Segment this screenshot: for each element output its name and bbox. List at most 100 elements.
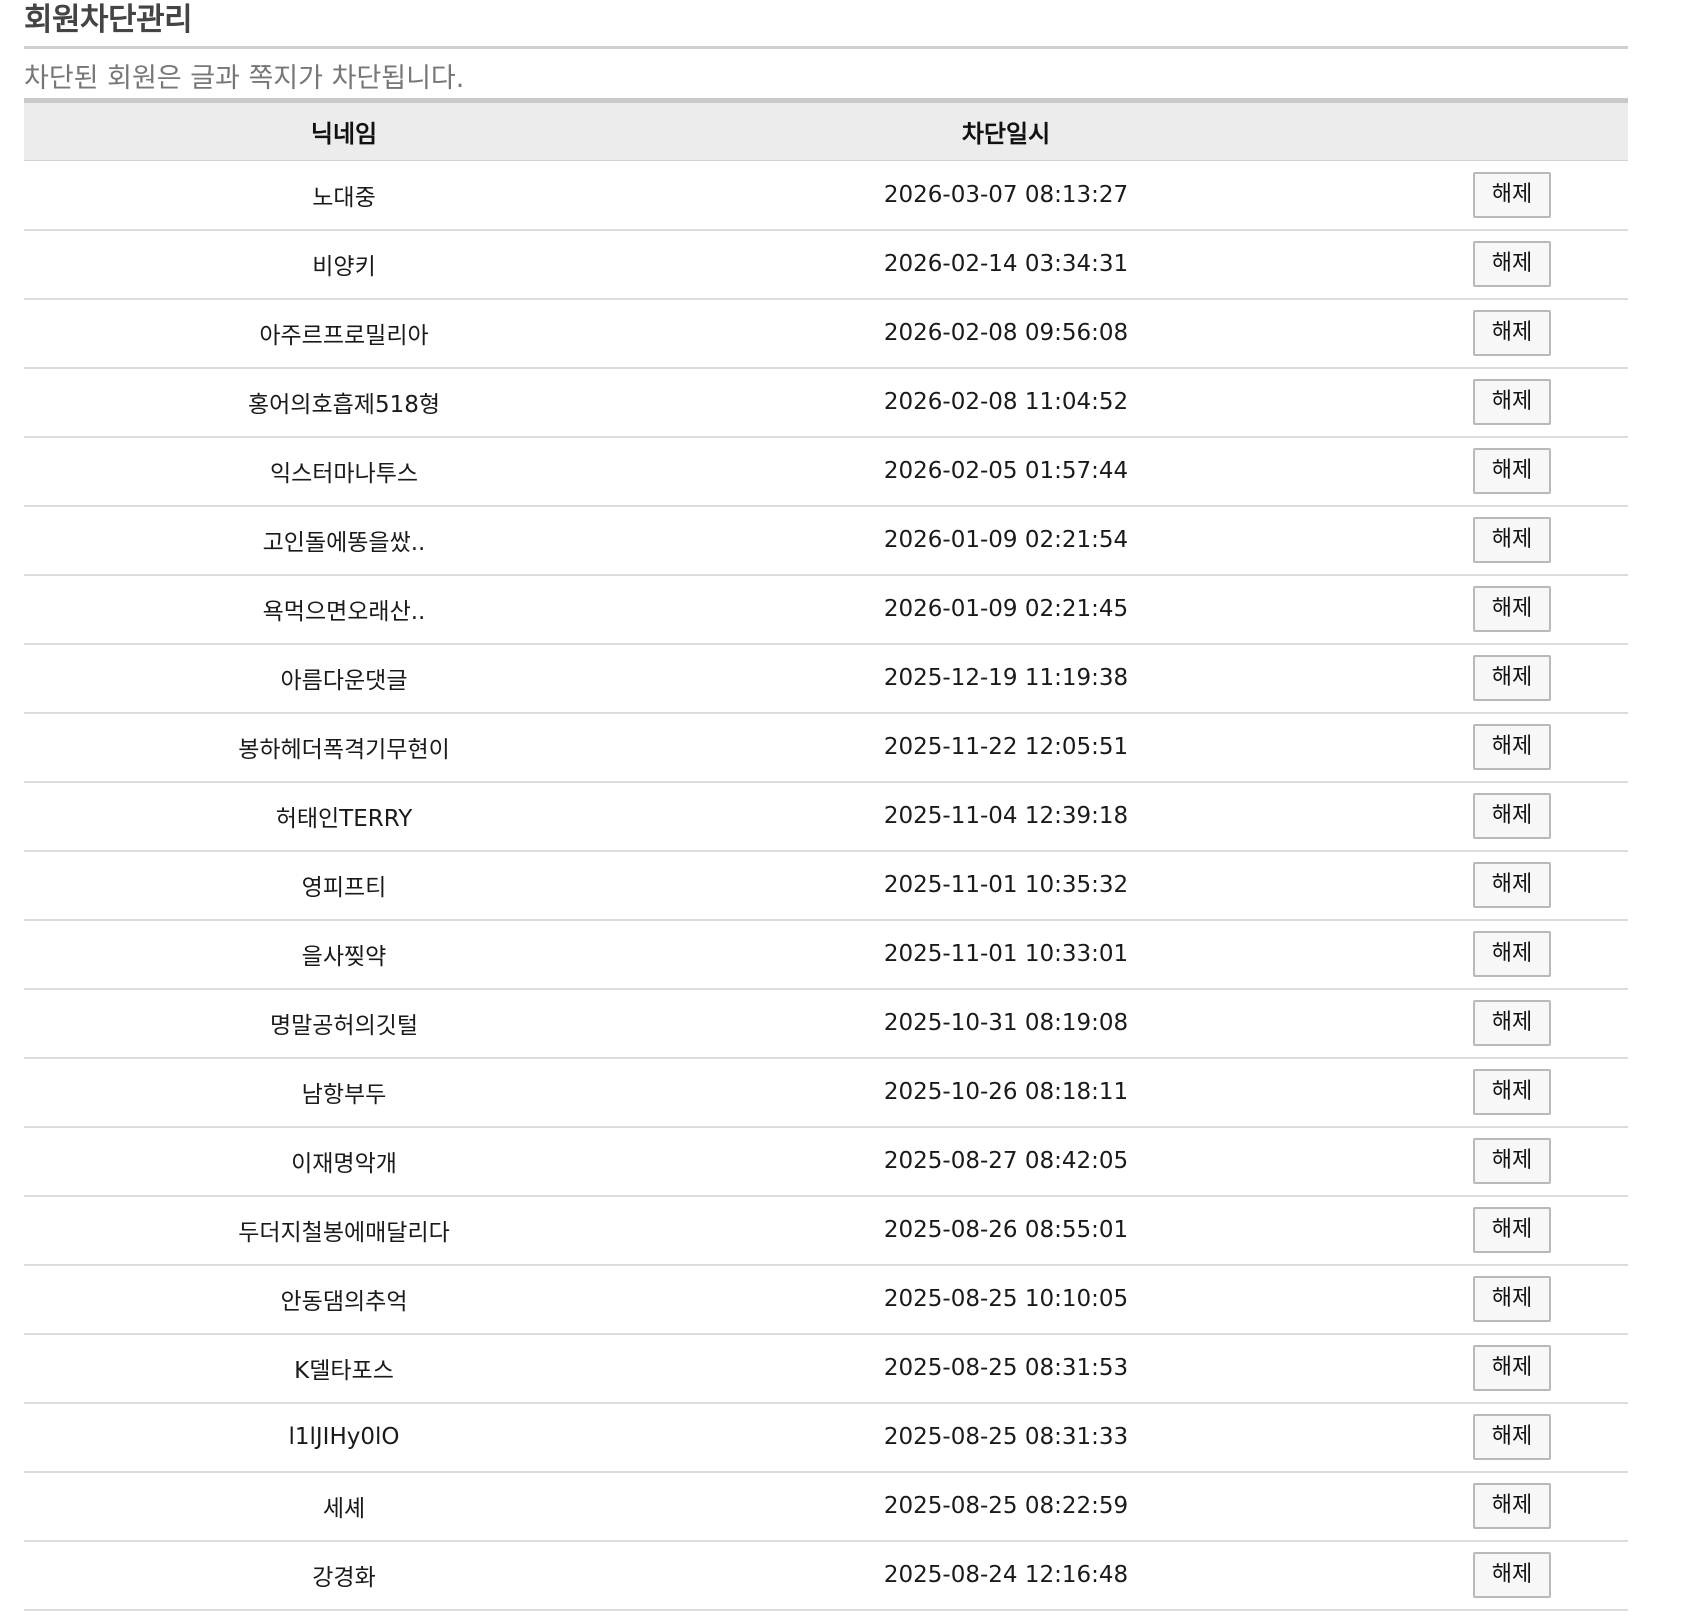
nickname-cell: 을사찢약 — [24, 919, 664, 990]
nickname-cell: 익스터마나투스 — [24, 436, 664, 507]
table-row: 강경화 2025-08-24 12:16:48 해제 — [24, 1540, 1628, 1611]
action-cell: 해제 — [1348, 781, 1628, 852]
action-cell: 해제 — [1348, 1057, 1628, 1128]
nickname-cell: 두더지철봉에매달리다 — [24, 1195, 664, 1266]
table-row: 욕먹으면오래산.. 2026-01-09 02:21:45 해제 — [24, 574, 1628, 645]
column-header-action — [1348, 100, 1628, 161]
unblock-button[interactable]: 해제 — [1473, 655, 1551, 701]
blocked-members-table: 닉네임 차단일시 노대중 2026-03-07 08:13:27 해제 비양키 2026… — [24, 98, 1628, 1611]
table-row: 아름다운댓글 2025-12-19 11:19:38 해제 — [24, 643, 1628, 714]
unblock-button[interactable]: 해제 — [1473, 1069, 1551, 1115]
table-row: 아주르프로밀리아 2026-02-08 09:56:08 해제 — [24, 298, 1628, 369]
nickname-cell: 봉하헤더폭격기무현이 — [24, 712, 664, 783]
unblock-button[interactable]: 해제 — [1473, 1138, 1551, 1184]
unblock-button[interactable]: 해제 — [1473, 862, 1551, 908]
action-cell: 해제 — [1348, 229, 1628, 300]
nickname-cell: 남항부두 — [24, 1057, 664, 1128]
action-cell: 해제 — [1348, 850, 1628, 921]
block-notice: 차단된 회원은 글과 쪽지가 차단됩니다. — [24, 63, 465, 94]
table-row: 두더지철봉에매달리다 2025-08-26 08:55:01 해제 — [24, 1195, 1628, 1266]
table-row: 익스터마나투스 2026-02-05 01:57:44 해제 — [24, 436, 1628, 507]
blocked-at-cell: 2025-11-01 10:35:32 — [664, 850, 1348, 921]
blocked-at-cell: 2025-10-26 08:18:11 — [664, 1057, 1348, 1128]
nickname-cell: 아주르프로밀리아 — [24, 298, 664, 369]
blocked-at-cell: 2025-08-25 08:22:59 — [664, 1471, 1348, 1542]
unblock-button[interactable]: 해제 — [1473, 586, 1551, 632]
nickname-cell: 강경화 — [24, 1540, 664, 1611]
unblock-button[interactable]: 해제 — [1473, 1414, 1551, 1460]
blocked-at-cell: 2025-08-26 08:55:01 — [664, 1195, 1348, 1266]
unblock-button[interactable]: 해제 — [1473, 793, 1551, 839]
unblock-button[interactable]: 해제 — [1473, 241, 1551, 287]
blocked-at-cell: 2026-02-05 01:57:44 — [664, 436, 1348, 507]
blocked-at-cell: 2026-01-09 02:21:45 — [664, 574, 1348, 645]
unblock-button[interactable]: 해제 — [1473, 379, 1551, 425]
unblock-button[interactable]: 해제 — [1473, 931, 1551, 977]
action-cell: 해제 — [1348, 919, 1628, 990]
table-row: 세셰 2025-08-25 08:22:59 해제 — [24, 1471, 1628, 1542]
nickname-cell: 고인돌에똥을쌌.. — [24, 505, 664, 576]
action-cell: 해제 — [1348, 436, 1628, 507]
action-cell: 해제 — [1348, 643, 1628, 714]
nickname-cell: 명말공허의깃털 — [24, 988, 664, 1059]
blocked-at-cell: 2025-08-25 10:10:05 — [664, 1264, 1348, 1335]
table-row: 영피프티 2025-11-01 10:35:32 해제 — [24, 850, 1628, 921]
table-row: 허태인TERRY 2025-11-04 12:39:18 해제 — [24, 781, 1628, 852]
unblock-button[interactable]: 해제 — [1473, 1552, 1551, 1598]
nickname-cell: 안동댐의추억 — [24, 1264, 664, 1335]
blocked-at-cell: 2025-11-22 12:05:51 — [664, 712, 1348, 783]
page-title: 회원차단관리 — [24, 2, 193, 38]
action-cell: 해제 — [1348, 1540, 1628, 1611]
blocked-at-cell: 2025-08-25 08:31:33 — [664, 1402, 1348, 1473]
action-cell: 해제 — [1348, 1471, 1628, 1542]
nickname-cell: 홍어의호흡제518형 — [24, 367, 664, 438]
table-row: 을사찢약 2025-11-01 10:33:01 해제 — [24, 919, 1628, 990]
action-cell: 해제 — [1348, 574, 1628, 645]
nickname-cell: 욕먹으면오래산.. — [24, 574, 664, 645]
action-cell: 해제 — [1348, 160, 1628, 231]
blocked-at-cell: 2025-08-25 08:31:53 — [664, 1333, 1348, 1404]
table-row: l1lJIHy0lO 2025-08-25 08:31:33 해제 — [24, 1402, 1628, 1473]
unblock-button[interactable]: 해제 — [1473, 724, 1551, 770]
action-cell: 해제 — [1348, 1195, 1628, 1266]
blocked-at-cell: 2026-02-08 11:04:52 — [664, 367, 1348, 438]
table-row: 비양키 2026-02-14 03:34:31 해제 — [24, 229, 1628, 300]
unblock-button[interactable]: 해제 — [1473, 1000, 1551, 1046]
block-management-page: 회원차단관리 차단된 회원은 글과 쪽지가 차단됩니다. 닉네임 차단일시 노대… — [24, 0, 1628, 1611]
nickname-cell: 노대중 — [24, 160, 664, 231]
action-cell: 해제 — [1348, 988, 1628, 1059]
nickname-cell: 아름다운댓글 — [24, 643, 664, 714]
unblock-button[interactable]: 해제 — [1473, 517, 1551, 563]
blocked-at-cell: 2026-01-09 02:21:54 — [664, 505, 1348, 576]
table-row: 노대중 2026-03-07 08:13:27 해제 — [24, 160, 1628, 231]
action-cell: 해제 — [1348, 1333, 1628, 1404]
unblock-button[interactable]: 해제 — [1473, 1345, 1551, 1391]
blocked-at-cell: 2026-02-14 03:34:31 — [664, 229, 1348, 300]
nickname-cell: 영피프티 — [24, 850, 664, 921]
blocked-at-cell: 2026-02-08 09:56:08 — [664, 298, 1348, 369]
action-cell: 해제 — [1348, 298, 1628, 369]
nickname-cell: 이재명악개 — [24, 1126, 664, 1197]
table-row: 홍어의호흡제518형 2026-02-08 11:04:52 해제 — [24, 367, 1628, 438]
unblock-button[interactable]: 해제 — [1473, 171, 1551, 218]
action-cell: 해제 — [1348, 1402, 1628, 1473]
table-row: 봉하헤더폭격기무현이 2025-11-22 12:05:51 해제 — [24, 712, 1628, 783]
action-cell: 해제 — [1348, 367, 1628, 438]
table-row: 고인돌에똥을쌌.. 2026-01-09 02:21:54 해제 — [24, 505, 1628, 576]
action-cell: 해제 — [1348, 712, 1628, 783]
unblock-button[interactable]: 해제 — [1473, 310, 1551, 356]
table-header-row: 닉네임 차단일시 — [24, 100, 1628, 161]
nickname-cell: 세셰 — [24, 1471, 664, 1542]
unblock-button[interactable]: 해제 — [1473, 1207, 1551, 1253]
nickname-cell: 허태인TERRY — [24, 781, 664, 852]
table-row: 남항부두 2025-10-26 08:18:11 해제 — [24, 1057, 1628, 1128]
table-row: 안동댐의추억 2025-08-25 10:10:05 해제 — [24, 1264, 1628, 1335]
unblock-button[interactable]: 해제 — [1473, 1276, 1551, 1322]
action-cell: 해제 — [1348, 1126, 1628, 1197]
unblock-button[interactable]: 해제 — [1473, 1483, 1551, 1529]
blocked-at-cell: 2026-03-07 08:13:27 — [664, 160, 1348, 231]
column-header-blocked-at: 차단일시 — [664, 100, 1348, 161]
blocked-at-cell: 2025-08-24 12:16:48 — [664, 1540, 1348, 1611]
unblock-button[interactable]: 해제 — [1473, 448, 1551, 494]
nickname-cell: K델타포스 — [24, 1333, 664, 1404]
